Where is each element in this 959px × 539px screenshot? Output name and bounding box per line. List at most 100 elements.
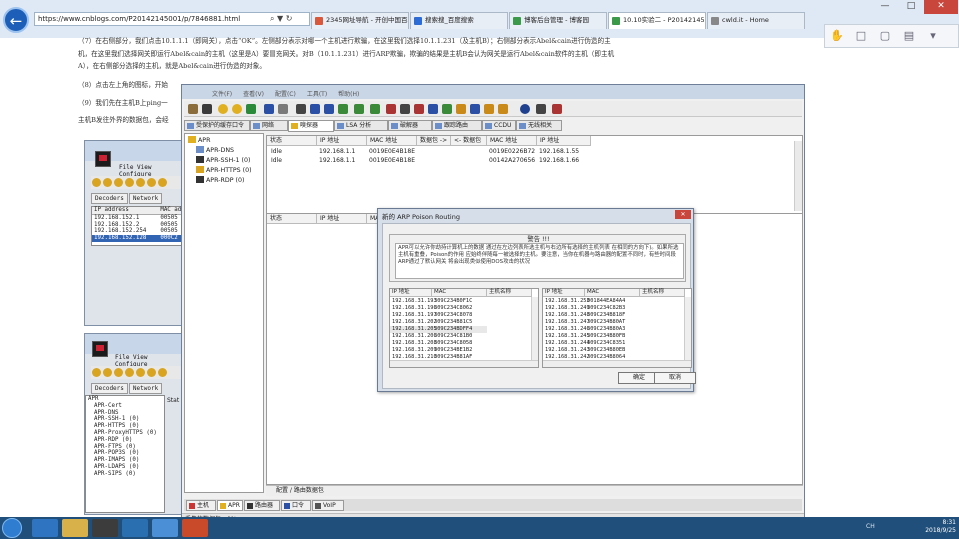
menu-file[interactable]: 文件(F) — [212, 91, 232, 98]
tab-cracker[interactable]: 破解器 — [388, 120, 432, 131]
host-row[interactable]: 192.168.31.253001844EA84A4 — [543, 298, 640, 305]
tree-item[interactable]: APR-DNS — [86, 410, 164, 417]
add-icon[interactable] — [246, 104, 256, 114]
open-icon[interactable] — [188, 104, 198, 114]
tool-icon[interactable] — [125, 368, 134, 377]
tree-item[interactable]: APR-RDP (0) — [86, 437, 164, 444]
plus-icon[interactable] — [264, 104, 274, 114]
scrollbar[interactable] — [531, 297, 538, 361]
tab-wireless[interactable]: 无线相关 — [516, 120, 562, 131]
menu-help[interactable]: 帮助(H) — [338, 91, 359, 98]
col-header[interactable]: MAC — [432, 289, 487, 297]
host-row[interactable]: 192.168.31.206309C234C81B0 — [390, 333, 487, 340]
cell-status[interactable]: Idle — [271, 157, 282, 165]
tool-icon[interactable] — [400, 104, 410, 114]
tool-icon[interactable] — [370, 104, 380, 114]
tree-item[interactable]: APR-HTTPS (0) — [196, 166, 252, 174]
col-header[interactable]: IP 地址 — [390, 289, 432, 297]
tool-icon[interactable] — [158, 368, 167, 377]
tool-icon[interactable] — [136, 178, 145, 187]
recycle-icon[interactable] — [278, 104, 288, 114]
tool-icon[interactable] — [484, 104, 494, 114]
apr-start-icon[interactable] — [232, 104, 242, 114]
col-header[interactable]: 状态 — [267, 136, 317, 146]
cell-status[interactable]: Idle — [271, 148, 282, 156]
tool-icon[interactable] — [498, 104, 508, 114]
scrollbar[interactable] — [794, 141, 802, 211]
maximize-button[interactable]: □ — [898, 0, 924, 14]
tool-icon[interactable] — [147, 178, 156, 187]
address-bar[interactable]: https://www.cnblogs.com/P20142145001/p/7… — [34, 12, 310, 26]
start-button[interactable] — [2, 518, 22, 538]
tab-routers[interactable]: 路由器 — [244, 500, 280, 511]
tab-lsa[interactable]: LSA 分析 — [334, 120, 388, 131]
tree-item[interactable]: APR-ProxyHTTPS (0) — [86, 430, 164, 437]
tool-icon[interactable] — [414, 104, 424, 114]
tab-2[interactable]: 搜索搜_百度搜索 — [410, 12, 508, 29]
host-row[interactable]: 192.168.31.208309C234C8058 — [390, 340, 487, 347]
col-header[interactable]: MAC — [585, 289, 640, 297]
cain-taskbar-icon[interactable] — [92, 519, 118, 537]
tree-item[interactable]: APR-POP3S (0) — [86, 450, 164, 457]
page-icon[interactable]: ▤ — [898, 27, 920, 45]
close-button[interactable]: ✕ — [924, 0, 958, 14]
col-header[interactable]: IP 地址 — [537, 136, 591, 146]
col-header[interactable]: 状态 — [267, 214, 317, 224]
tab-4-active[interactable]: 10.10实验二 - P20142145... — [608, 12, 706, 29]
col-header[interactable]: MAC 地址 — [367, 136, 417, 146]
col-header[interactable]: <- 数据包 — [451, 136, 487, 146]
host-row[interactable]: 192.168.31.197309C234C8078 — [390, 312, 487, 319]
address-icons[interactable]: ⌕ ▼ ↻ — [270, 12, 310, 26]
host-row[interactable]: 192.168.31.247309C234B80AT — [543, 319, 640, 326]
tree-item[interactable]: APR-DNS — [196, 146, 234, 154]
tab-traceroute[interactable]: 跟踪路由 — [432, 120, 482, 131]
tab-decoders[interactable]: Decoders — [91, 383, 128, 394]
tool-icon[interactable] — [296, 104, 306, 114]
tab-hosts[interactable]: 主机 — [186, 500, 216, 511]
tool-icon[interactable] — [147, 368, 156, 377]
tab-network[interactable]: Network — [128, 193, 163, 204]
tool-icon[interactable] — [103, 178, 112, 187]
h-scrollbar[interactable] — [543, 360, 691, 367]
tree-item[interactable]: APR-Cert — [86, 403, 164, 410]
tab-decoders[interactable]: Decoders — [91, 193, 128, 204]
table-row-selected[interactable]: 192.168.152.128 000C2 — [92, 235, 182, 242]
tree-item[interactable]: APR-SIPS (0) — [86, 471, 164, 478]
tool-icon[interactable] — [428, 104, 438, 114]
tab-5[interactable]: cwld.it - Home — [707, 12, 805, 29]
tool-icon[interactable] — [136, 368, 145, 377]
tool-icon[interactable] — [92, 178, 101, 187]
host-row[interactable]: 192.168.31.243309C234B80EB — [543, 347, 640, 354]
host-row[interactable]: 192.168.31.249309C234C82B3 — [543, 305, 640, 312]
tool-icon[interactable] — [114, 368, 123, 377]
tab-sniffer[interactable]: 嗅探器 — [288, 120, 334, 132]
tab-network[interactable]: 网络 — [250, 120, 288, 131]
tool-icon[interactable] — [338, 104, 348, 114]
menu-config[interactable]: 配置(C) — [275, 91, 296, 98]
tool-icon[interactable] — [470, 104, 480, 114]
host-row[interactable]: 192.168.31.246309C234B80A3 — [543, 326, 640, 333]
host-row[interactable]: 192.168.31.244309C234C8351 — [543, 340, 640, 347]
clock[interactable]: 8:31 2018/9/25 — [900, 519, 956, 537]
back-button[interactable]: ← — [3, 7, 29, 33]
ie-icon[interactable] — [32, 519, 58, 537]
tree-item[interactable]: APR — [86, 396, 164, 403]
minimize-button[interactable]: — — [872, 0, 898, 14]
dropdown-icon[interactable]: ▾ — [922, 27, 944, 45]
tree-item[interactable]: APR-RDP (0) — [196, 176, 244, 184]
host-row[interactable]: 192.168.31.245309C234B80FB — [543, 333, 640, 340]
tab-1[interactable]: 2345网址导航 - 开创中国百年... — [311, 12, 409, 29]
tool-icon[interactable] — [114, 178, 123, 187]
tree-item[interactable]: APR-SSH-1 (0) — [86, 416, 164, 423]
tool-icon[interactable] — [310, 104, 320, 114]
tab-apr[interactable]: APR — [217, 500, 243, 511]
scrollbar[interactable] — [684, 297, 691, 361]
dialog-close-button[interactable]: ✕ — [675, 210, 691, 219]
tool-icon[interactable] — [103, 368, 112, 377]
chat-icon[interactable]: ▢ — [874, 27, 896, 45]
table-row[interactable]: 192.168.152.254 00505 — [92, 228, 182, 235]
tree-item-apr[interactable]: APR — [188, 136, 210, 144]
tree-item[interactable]: APR-FTPS (0) — [86, 444, 164, 451]
comment-icon[interactable]: □ — [850, 27, 872, 45]
tree-item[interactable]: APR-SSH-1 (0) — [196, 156, 250, 164]
